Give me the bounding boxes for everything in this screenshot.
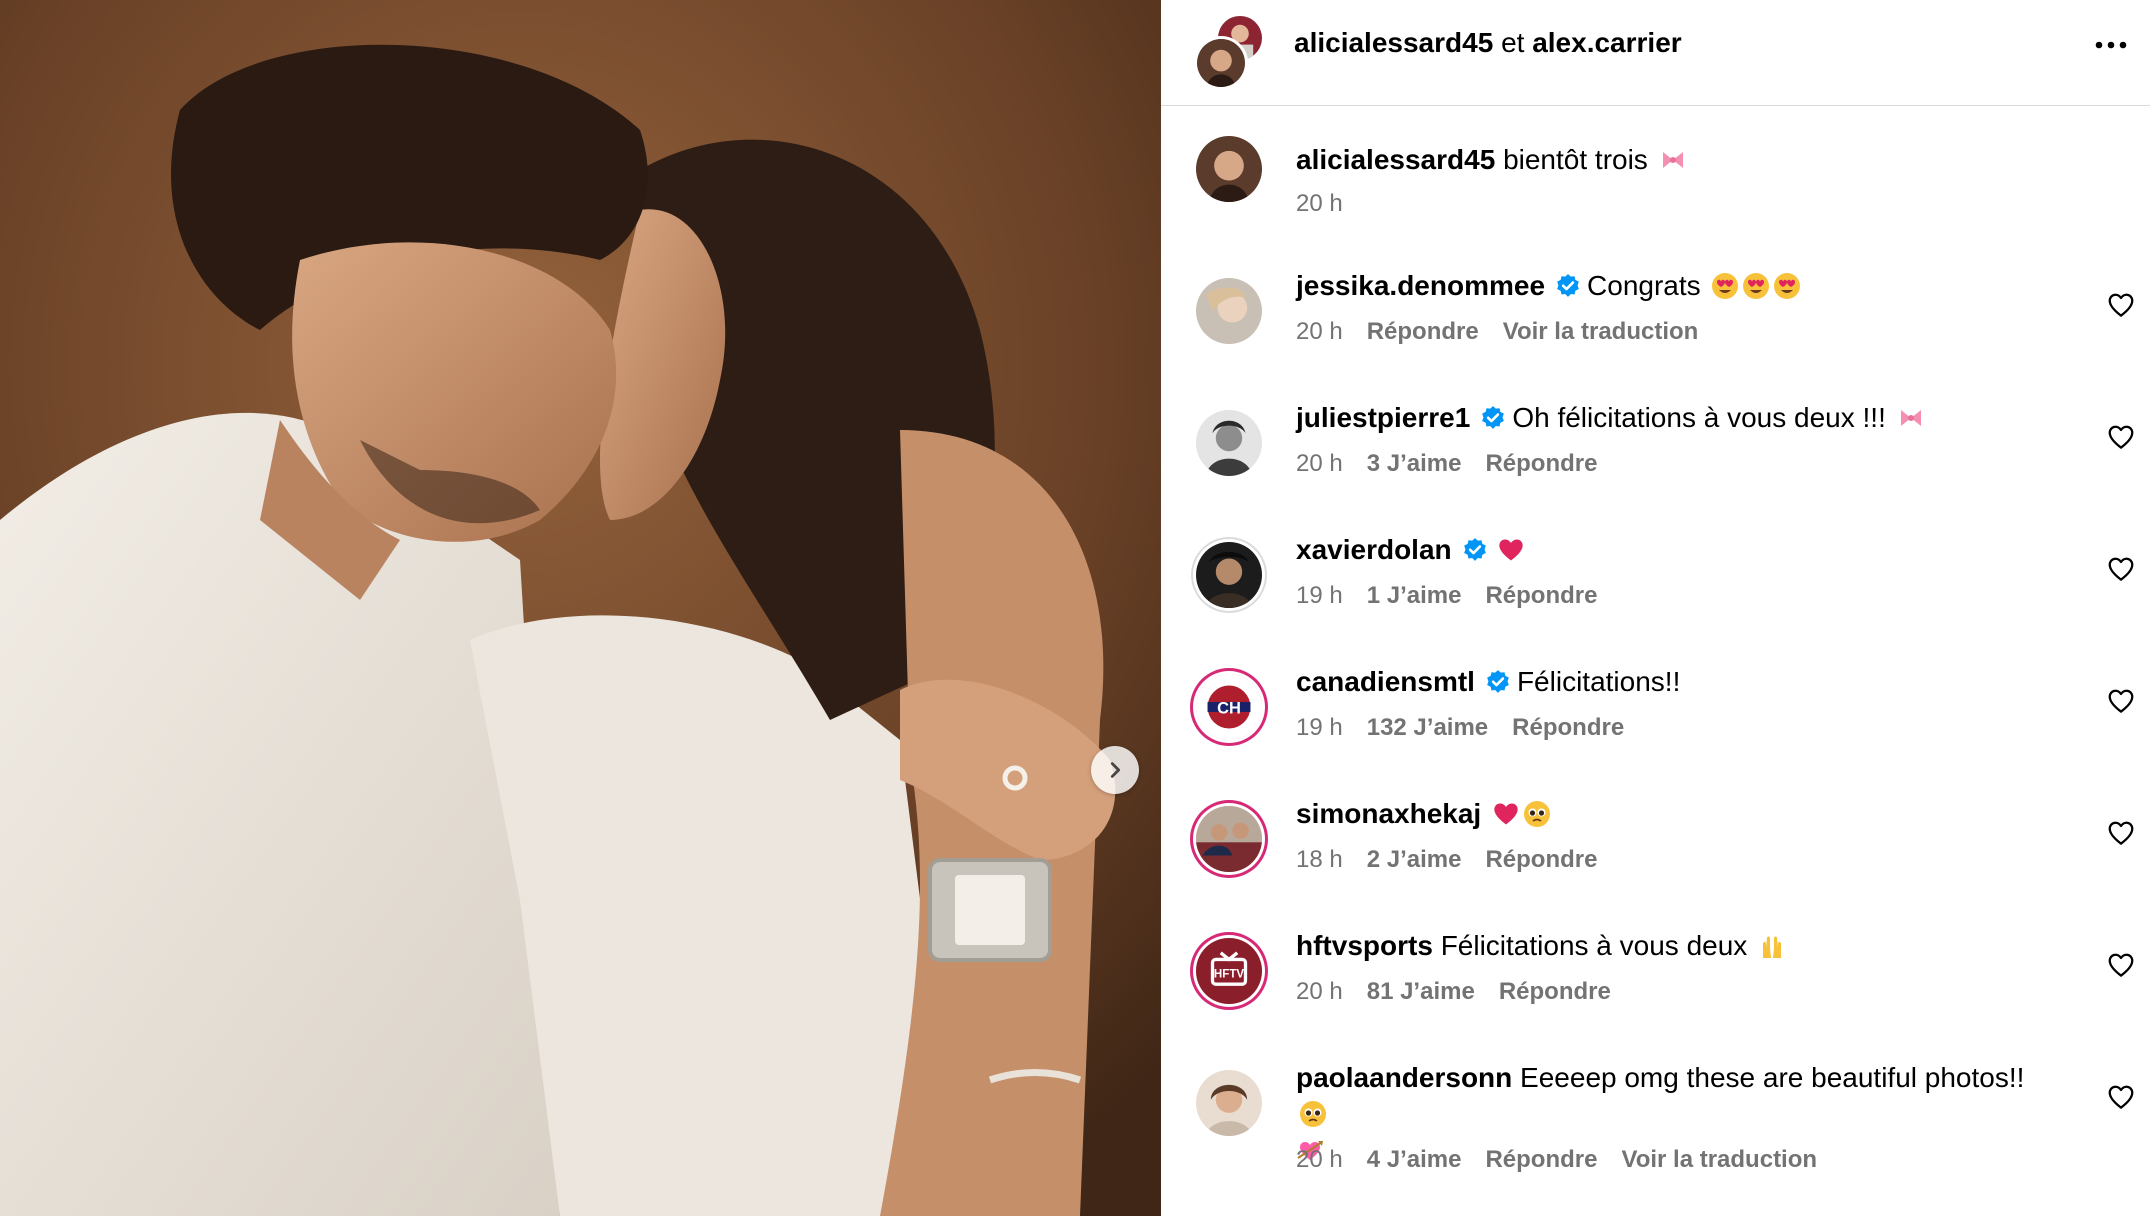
username-link[interactable]: simonaxhekaj	[1296, 798, 1481, 829]
verified-badge-icon	[1482, 406, 1505, 429]
collab-avatars[interactable]	[1194, 14, 1264, 90]
heart-eyes-emoji-icon	[1774, 273, 1801, 299]
pleading-face-emoji-icon	[1523, 801, 1550, 827]
timestamp: 18 h	[1296, 846, 1343, 873]
username-link[interactable]: alicialessard45	[1294, 27, 1493, 58]
red-heart-emoji-icon	[1494, 803, 1518, 825]
ribbon-icon	[1662, 152, 1683, 168]
avatar[interactable]: HFTV	[1196, 938, 1262, 1004]
like-heart-icon[interactable]	[2106, 290, 2136, 320]
like-count[interactable]: 81 J’aime	[1367, 978, 1475, 1005]
comment-text: simonaxhekaj	[1296, 796, 2056, 832]
pleading-face-emoji-icon	[1300, 1101, 1326, 1127]
like-heart-icon[interactable]	[2106, 950, 2136, 980]
post-view: alicialessard45 et alex.carrier aliciale…	[0, 0, 2150, 1216]
like-count[interactable]: 2 J’aime	[1367, 846, 1462, 873]
heart-eyes-emoji-icon	[1743, 273, 1770, 299]
reply-button[interactable]: Répondre	[1512, 714, 1624, 741]
chevron-right-icon	[1110, 762, 1121, 778]
caption-text: alicialessard45 bientôt trois	[1296, 142, 2056, 178]
timestamp: 19 h	[1296, 582, 1343, 609]
comment-text: canadiensmtl Félicitations!!	[1296, 664, 2056, 700]
comment-body: Félicitations!!	[1516, 666, 1681, 697]
post-header: alicialessard45 et alex.carrier	[1161, 0, 2150, 106]
verified-badge-icon	[1487, 670, 1509, 693]
conjunction-text: et	[1501, 27, 1525, 58]
caption-body: bientôt trois	[1503, 144, 1648, 175]
avatar[interactable]: CH	[1196, 674, 1262, 740]
comment-text: jessika.denommee Congrats	[1296, 268, 2056, 304]
timestamp: 20 h	[1296, 190, 1343, 217]
avatar[interactable]	[1196, 278, 1262, 344]
verified-badge-icon	[1557, 274, 1579, 297]
see-translation-button[interactable]: Voir la traduction	[1503, 318, 1699, 345]
timestamp: 20 h	[1296, 1146, 1343, 1173]
raising-hands-emoji-icon	[1763, 936, 1782, 958]
avatar[interactable]	[1196, 410, 1262, 476]
more-horizontal-icon[interactable]	[2091, 30, 2131, 60]
comment-body: Congrats	[1587, 270, 1701, 301]
username-link[interactable]: paolaandersonn	[1296, 1062, 1512, 1093]
avatar[interactable]	[1194, 36, 1248, 90]
comment-text: xavierdolan	[1296, 532, 2056, 568]
svg-text:HFTV: HFTV	[1214, 969, 1244, 981]
post-author-title: alicialessard45 et alex.carrier	[1294, 26, 1682, 60]
comment-meta: 20 h 81 J’aime Répondre	[1296, 978, 1635, 1006]
timestamp: 20 h	[1296, 450, 1343, 477]
red-heart-emoji-icon	[1498, 539, 1523, 561]
timestamp: 20 h	[1296, 318, 1343, 345]
like-heart-icon[interactable]	[2106, 554, 2136, 584]
comment-text: juliestpierre1 Oh félicitations à vous de…	[1296, 400, 2056, 436]
like-heart-icon[interactable]	[2106, 818, 2136, 848]
comment-body: Félicitations à vous deux	[1440, 930, 1748, 961]
see-translation-button[interactable]: Voir la traduction	[1621, 1146, 1817, 1173]
ribbon-icon	[1900, 410, 1921, 426]
comment-meta: 18 h 2 J’aime Répondre	[1296, 846, 1621, 874]
comments-panel: alicialessard45 et alex.carrier aliciale…	[1161, 0, 2150, 1216]
username-link[interactable]: xavierdolan	[1296, 534, 1452, 565]
svg-text:CH: CH	[1217, 700, 1241, 718]
username-link[interactable]: alicialessard45	[1296, 144, 1495, 175]
comment-meta: 20 h 3 J’aime Répondre	[1296, 450, 1621, 478]
reply-button[interactable]: Répondre	[1485, 846, 1597, 873]
username-link[interactable]: hftvsports	[1296, 930, 1433, 961]
username-link[interactable]: canadiensmtl	[1296, 666, 1475, 697]
comment-body: Oh félicitations à vous deux !!!	[1512, 402, 1886, 433]
avatar[interactable]	[1196, 1070, 1262, 1136]
timestamp: 19 h	[1296, 714, 1343, 741]
reply-button[interactable]: Répondre	[1499, 978, 1611, 1005]
comment-meta: 19 h 1 J’aime Répondre	[1296, 582, 1621, 610]
heart-eyes-emoji-icon	[1712, 273, 1739, 299]
username-link[interactable]: alex.carrier	[1532, 27, 1681, 58]
comment-body: Eeeeep omg these are beautiful photos!!	[1520, 1062, 2025, 1093]
username-link[interactable]: juliestpierre1	[1296, 402, 1470, 433]
avatar[interactable]	[1196, 542, 1262, 608]
reply-button[interactable]: Répondre	[1485, 582, 1597, 609]
reply-button[interactable]: Répondre	[1485, 450, 1597, 477]
like-heart-icon[interactable]	[2106, 1082, 2136, 1112]
like-count[interactable]: 3 J’aime	[1367, 450, 1462, 477]
next-photo-button[interactable]	[1091, 746, 1139, 794]
like-count[interactable]: 132 J’aime	[1367, 714, 1488, 741]
couple-photo	[0, 0, 1161, 1216]
reply-button[interactable]: Répondre	[1485, 1146, 1597, 1173]
comment-meta: 20 h 4 J’aime Répondre Voir la traduction	[1296, 1146, 1841, 1174]
avatar[interactable]	[1196, 136, 1262, 202]
reply-button[interactable]: Répondre	[1367, 318, 1479, 345]
comment-meta: 20 h	[1296, 190, 1367, 218]
post-photo	[0, 0, 1161, 1216]
comment-meta: 20 h Répondre Voir la traduction	[1296, 318, 1722, 346]
timestamp: 20 h	[1296, 978, 1343, 1005]
like-heart-icon[interactable]	[2106, 422, 2136, 452]
comment-meta: 19 h 132 J’aime Répondre	[1296, 714, 1648, 742]
username-link[interactable]: jessika.denommee	[1296, 270, 1545, 301]
comment-text: hftvsports Félicitations à vous deux	[1296, 928, 2056, 964]
like-count[interactable]: 1 J’aime	[1367, 582, 1462, 609]
avatar[interactable]	[1196, 806, 1262, 872]
like-count[interactable]: 4 J’aime	[1367, 1146, 1462, 1173]
like-heart-icon[interactable]	[2106, 686, 2136, 716]
verified-badge-icon	[1463, 538, 1486, 561]
